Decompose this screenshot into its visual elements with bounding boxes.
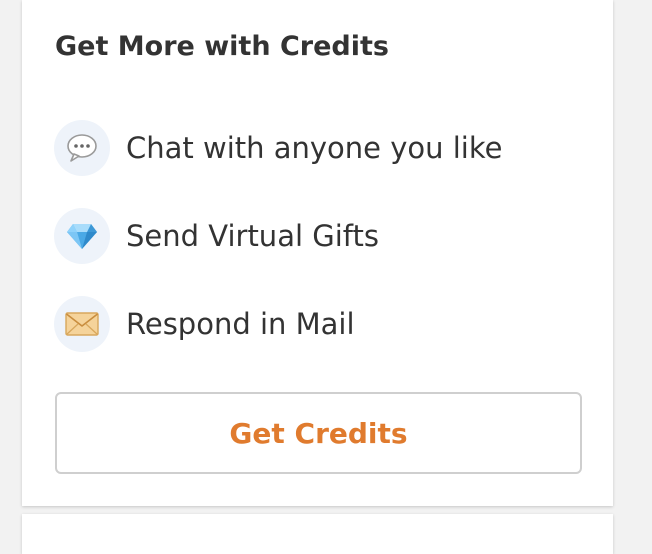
speech-bubble-icon: [54, 120, 110, 176]
list-item: Send Virtual Gifts: [54, 208, 502, 264]
features-list: Chat with anyone you like Send Virtual G…: [54, 120, 502, 384]
list-item: Respond in Mail: [54, 296, 502, 352]
envelope-icon: [54, 296, 110, 352]
credits-card: Get More with Credits Chat with anyone y…: [22, 0, 613, 506]
list-item: Chat with anyone you like: [54, 120, 502, 176]
card-title: Get More with Credits: [55, 31, 389, 62]
feature-label-gifts: Send Virtual Gifts: [126, 219, 379, 253]
gem-icon: [54, 208, 110, 264]
get-credits-button[interactable]: Get Credits: [55, 392, 582, 474]
feature-label-chat: Chat with anyone you like: [126, 131, 503, 165]
next-card: [22, 514, 613, 554]
feature-label-mail: Respond in Mail: [126, 307, 355, 341]
